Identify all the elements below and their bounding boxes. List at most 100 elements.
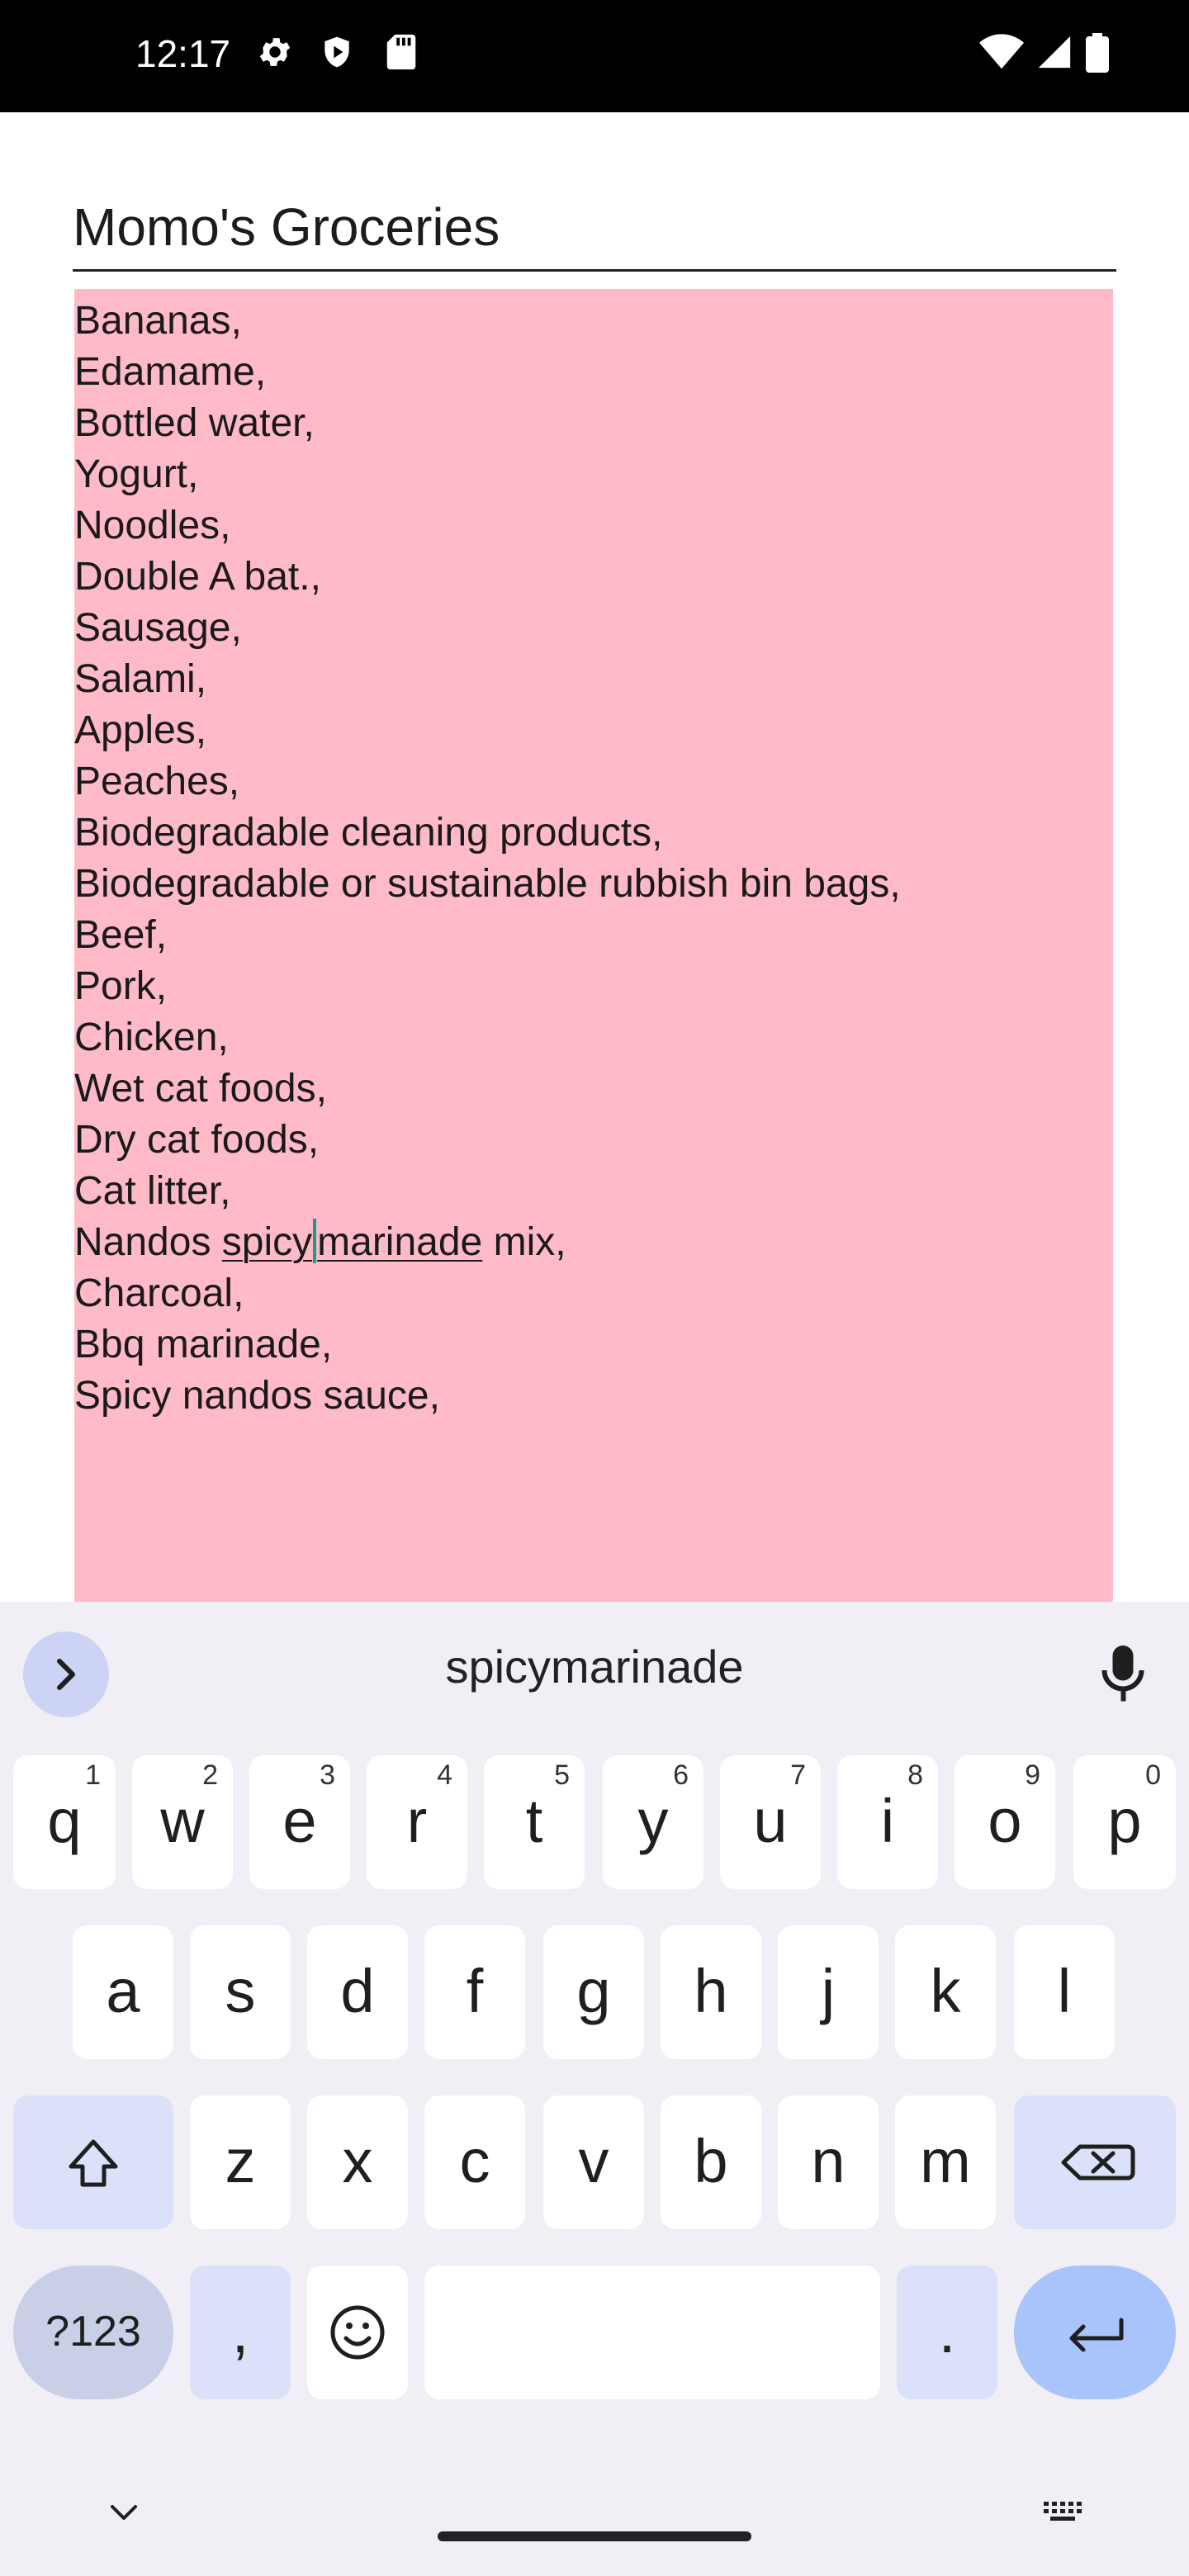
note-line: Pork,	[74, 964, 168, 1008]
chevron-down-icon[interactable]	[104, 2498, 144, 2526]
key-hint: 3	[320, 1759, 335, 1791]
line-prefix: Nandos	[74, 1220, 222, 1264]
note-line: Noodles,	[74, 504, 231, 547]
settings-icon	[259, 38, 291, 66]
note-line: Double A bat.,	[74, 555, 321, 599]
note-line: Spicy nandos sauce,	[74, 1374, 440, 1418]
suggestion-strip: spicymarinade	[0, 1602, 1189, 1717]
note-title[interactable]: Momo's Groceries	[73, 197, 500, 258]
key-hint: 6	[673, 1759, 689, 1791]
key-label: u	[753, 1787, 788, 1855]
key-v[interactable]: v	[543, 2095, 644, 2229]
text-cursor	[313, 1219, 317, 1263]
note-line: Dry cat foods,	[74, 1118, 320, 1162]
emoji-key[interactable]	[307, 2266, 408, 2399]
key-x[interactable]: x	[307, 2095, 408, 2229]
keyboard: spicymarinade q1 w2 e3 r4 t5 y6 u7 i8 o9…	[0, 1602, 1189, 2576]
key-i[interactable]: i8	[837, 1755, 938, 1889]
key-hint: 2	[202, 1759, 218, 1791]
key-label: p	[1107, 1787, 1142, 1855]
comma-key[interactable]: ,	[190, 2266, 291, 2399]
enter-key[interactable]	[1014, 2266, 1176, 2399]
key-hint: 4	[437, 1759, 452, 1791]
status-time: 12:17	[135, 32, 231, 75]
key-hint: 8	[907, 1759, 923, 1791]
note-line: Bbq marinade,	[74, 1323, 333, 1366]
key-label: y	[637, 1787, 669, 1855]
key-y[interactable]: y6	[603, 1755, 703, 1889]
key-label: q	[47, 1787, 82, 1855]
key-label: o	[988, 1787, 1022, 1855]
note-text[interactable]: Bananas, Edamame, Bottled water, Yogurt,…	[74, 296, 901, 1422]
note-line: Cat litter,	[74, 1169, 231, 1213]
note-line: Apples,	[74, 708, 207, 752]
key-z[interactable]: z	[190, 2095, 291, 2229]
note-line: Wet cat foods,	[74, 1067, 327, 1110]
key-b[interactable]: b	[661, 2095, 761, 2229]
key-k[interactable]: k	[895, 1925, 996, 2059]
signal-icon	[1038, 36, 1071, 69]
key-p[interactable]: p0	[1073, 1755, 1176, 1889]
note-line: Biodegradable or sustainable rubbish bin…	[74, 862, 901, 906]
note-line-editing: Nandos spicy marinade mix,	[74, 1217, 901, 1268]
note-body[interactable]: Bananas, Edamame, Bottled water, Yogurt,…	[74, 289, 1113, 1602]
key-m[interactable]: m	[895, 2095, 996, 2229]
note-line: Beef,	[74, 913, 168, 957]
key-label: t	[525, 1787, 543, 1855]
key-j[interactable]: j	[778, 1925, 879, 2059]
key-label: i	[880, 1787, 895, 1855]
note-line: Yogurt,	[74, 452, 199, 496]
key-c[interactable]: c	[424, 2095, 525, 2229]
gesture-nav-handle[interactable]	[438, 2531, 751, 2541]
key-g[interactable]: g	[543, 1925, 644, 2059]
note-line: Chicken,	[74, 1016, 229, 1059]
note-line: Sausage,	[74, 606, 242, 650]
key-u[interactable]: u7	[720, 1755, 821, 1889]
battery-icon	[1086, 33, 1109, 73]
note-line: Bananas,	[74, 299, 242, 343]
period-key[interactable]: .	[897, 2266, 997, 2399]
key-a[interactable]: a	[73, 1925, 173, 2059]
note-line: Bottled water,	[74, 401, 315, 445]
key-h[interactable]: h	[661, 1925, 761, 2059]
key-f[interactable]: f	[424, 1925, 525, 2059]
status-bar: 12:17	[0, 0, 1189, 112]
note-line: Charcoal,	[74, 1271, 244, 1315]
key-hint: 7	[790, 1759, 806, 1791]
emoji-icon	[330, 2305, 385, 2360]
key-o[interactable]: o9	[955, 1755, 1055, 1889]
keyboard-icon[interactable]	[1042, 2498, 1088, 2526]
note-title-field[interactable]: Momo's Groceries	[73, 190, 1116, 272]
key-hint: 5	[554, 1759, 570, 1791]
shield-icon	[324, 36, 349, 68]
backspace-key[interactable]	[1014, 2095, 1176, 2229]
wifi-icon	[979, 34, 1024, 69]
mic-icon[interactable]	[1098, 1643, 1148, 1706]
note-line: Biodegradable cleaning products,	[74, 811, 663, 855]
note-line: Edamame,	[74, 350, 267, 394]
composing-word-start: spicy	[221, 1220, 313, 1264]
note-line: Peaches,	[74, 760, 240, 803]
key-w[interactable]: w2	[132, 1755, 233, 1889]
key-d[interactable]: d	[307, 1925, 408, 2059]
symbols-key[interactable]: ?123	[13, 2266, 173, 2399]
suggestion-word[interactable]: spicymarinade	[0, 1640, 1189, 1693]
space-key[interactable]	[424, 2266, 880, 2399]
backspace-icon	[1061, 2144, 1135, 2181]
key-label: e	[282, 1787, 317, 1855]
shift-key[interactable]	[13, 2095, 173, 2229]
key-l[interactable]: l	[1014, 1925, 1115, 2059]
key-t[interactable]: t5	[484, 1755, 585, 1889]
key-label: w	[160, 1787, 205, 1855]
key-q[interactable]: q1	[13, 1755, 116, 1889]
key-e[interactable]: e3	[249, 1755, 350, 1889]
key-s[interactable]: s	[190, 1925, 291, 2059]
key-r[interactable]: r4	[367, 1755, 467, 1889]
composing-word-end: marinade	[317, 1220, 483, 1264]
key-n[interactable]: n	[778, 2095, 879, 2229]
line-suffix: mix,	[482, 1220, 566, 1264]
key-label: r	[406, 1787, 428, 1855]
note-line: Salami,	[74, 657, 207, 701]
key-hint: 1	[85, 1759, 101, 1791]
sd-card-icon	[386, 34, 416, 70]
